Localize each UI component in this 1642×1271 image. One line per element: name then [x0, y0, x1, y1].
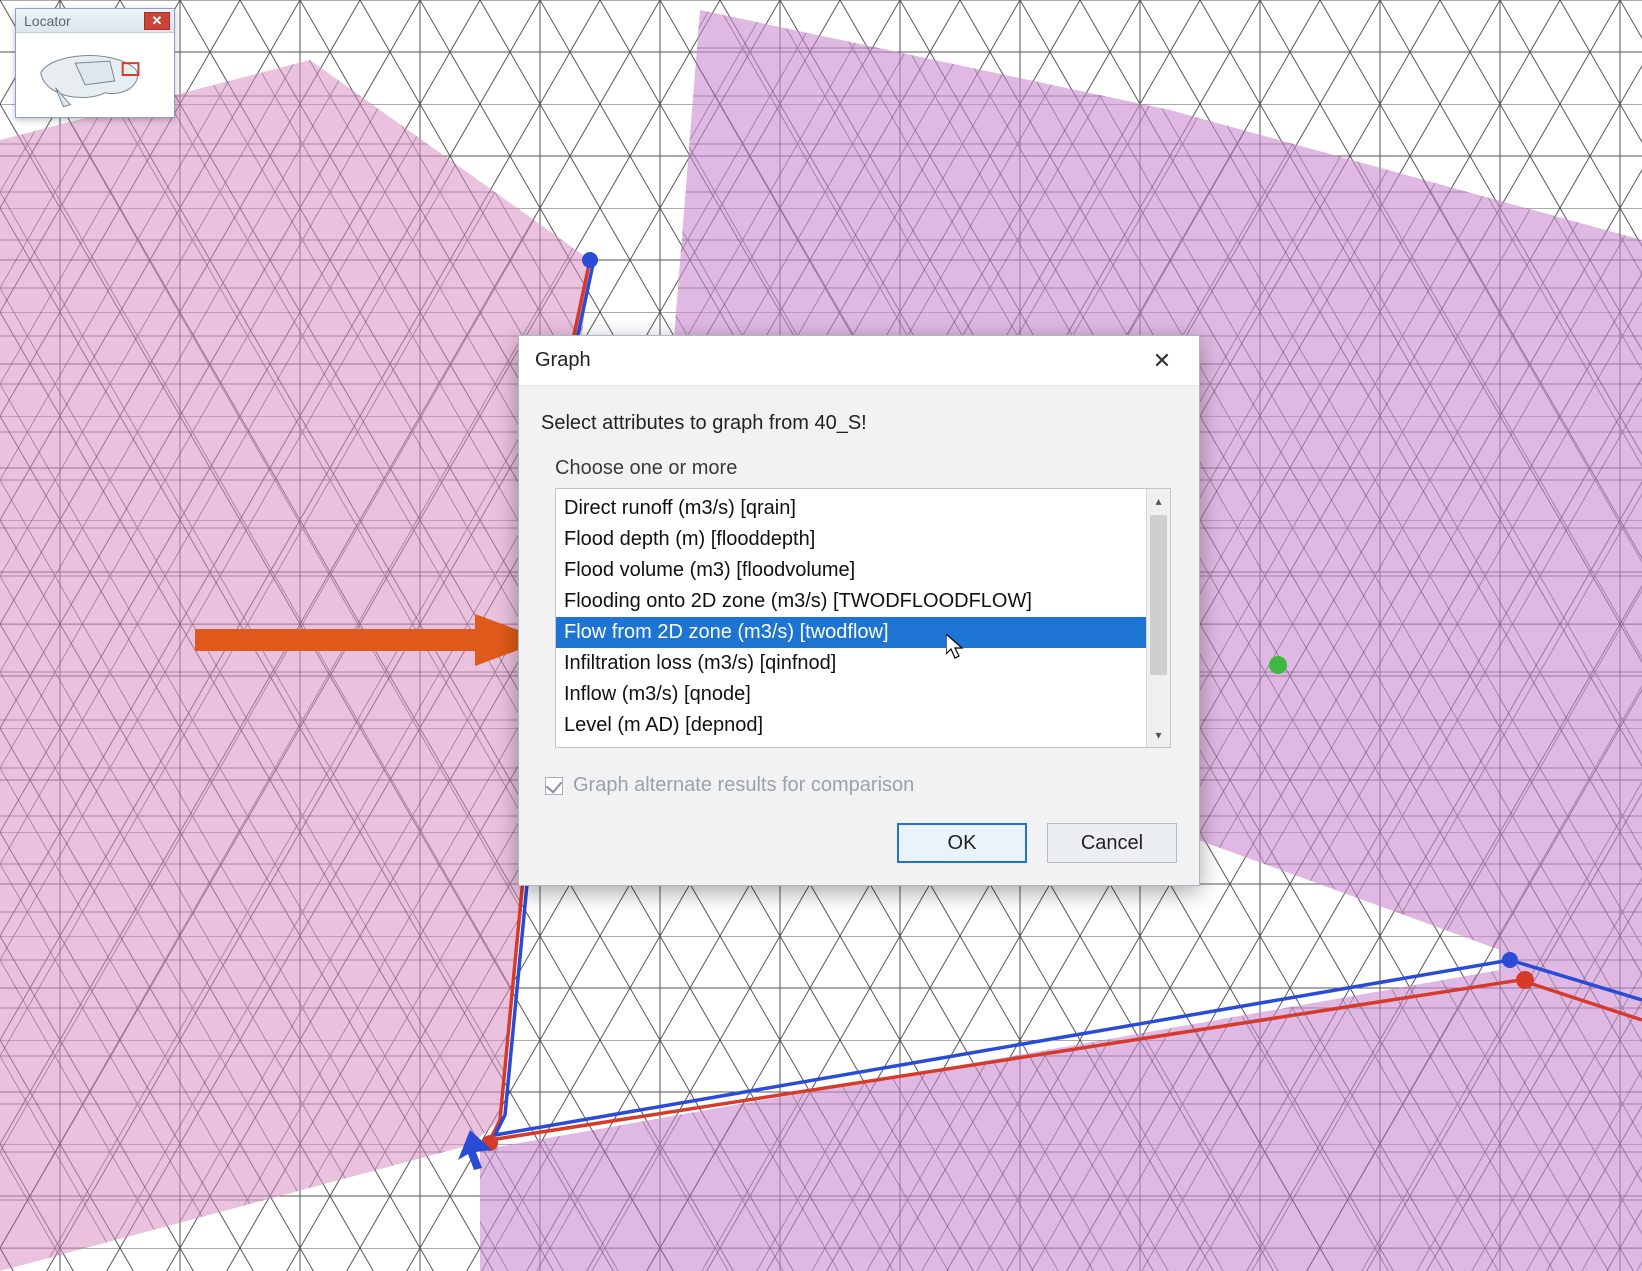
graph-dialog: Graph ✕ Select attributes to graph from … — [518, 335, 1200, 886]
cancel-button-label: Cancel — [1081, 832, 1143, 855]
dialog-titlebar[interactable]: Graph ✕ — [519, 336, 1199, 386]
attribute-list-item[interactable]: Flow from 2D zone (m3/s) [twodflow] — [556, 617, 1146, 648]
scroll-thumb[interactable] — [1150, 515, 1167, 675]
ok-button-label: OK — [948, 832, 977, 855]
locator-close-button[interactable]: ✕ — [144, 12, 170, 30]
cancel-button[interactable]: Cancel — [1047, 823, 1177, 863]
attribute-list-item[interactable]: Flood depth (m) [flooddepth] — [556, 524, 1146, 555]
attribute-listbox-container: Direct runoff (m3/s) [qrain]Flood depth … — [555, 488, 1171, 748]
scrollbar[interactable]: ▴ ▾ — [1146, 489, 1170, 747]
attribute-list-item[interactable]: Infiltration loss (m3/s) [qinfnod] — [556, 648, 1146, 679]
close-icon: ✕ — [1153, 348, 1171, 374]
locator-titlebar[interactable]: Locator ✕ — [16, 9, 174, 33]
scroll-down-button[interactable]: ▾ — [1147, 723, 1170, 747]
dialog-title: Graph — [535, 349, 591, 372]
attribute-list-item[interactable]: Level in 2D zone (m AD) [twoddepnod] — [556, 741, 1146, 747]
dialog-instruction: Select attributes to graph from 40_S! — [541, 412, 1177, 435]
attribute-list-item[interactable]: Flooding onto 2D zone (m3/s) [TWODFLOODF… — [556, 586, 1146, 617]
attribute-list-item[interactable]: Flood volume (m3) [floodvolume] — [556, 555, 1146, 586]
attribute-listbox[interactable]: Direct runoff (m3/s) [qrain]Flood depth … — [556, 489, 1146, 747]
close-icon: ✕ — [152, 13, 163, 29]
attribute-list-item[interactable]: Level (m AD) [depnod] — [556, 710, 1146, 741]
dialog-close-button[interactable]: ✕ — [1141, 345, 1183, 377]
alternate-results-row: Graph alternate results for comparison — [545, 774, 1177, 797]
attribute-list-item[interactable]: Inflow (m3/s) [qnode] — [556, 679, 1146, 710]
locator-thumbnail[interactable] — [16, 33, 174, 117]
locator-title: Locator — [24, 13, 71, 29]
alternate-results-checkbox[interactable] — [545, 777, 563, 795]
alternate-results-label: Graph alternate results for comparison — [573, 774, 914, 797]
attribute-list-item[interactable]: Direct runoff (m3/s) [qrain] — [556, 493, 1146, 524]
choose-label: Choose one or more — [555, 457, 1177, 480]
scroll-up-button[interactable]: ▴ — [1147, 489, 1170, 513]
ok-button[interactable]: OK — [897, 823, 1027, 863]
locator-panel: Locator ✕ — [15, 8, 175, 118]
